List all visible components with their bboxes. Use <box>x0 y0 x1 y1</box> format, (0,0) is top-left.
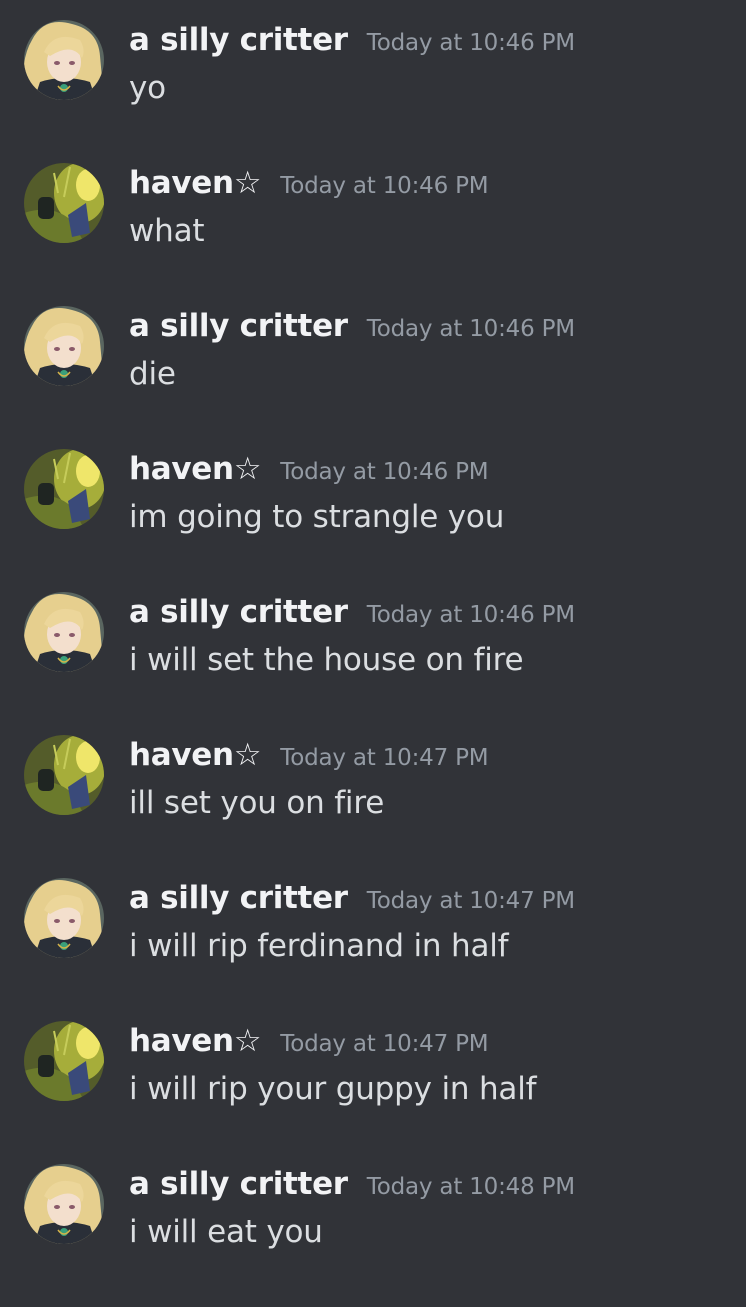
message-header: a silly critter Today at 10:46 PM <box>129 594 575 634</box>
message: haven☆ Today at 10:46 PM what <box>0 163 746 306</box>
message: haven☆ Today at 10:47 PM i will rip your… <box>0 1021 746 1164</box>
critter-avatar-icon[interactable] <box>24 20 104 100</box>
message: a silly critter Today at 10:46 PM i will… <box>0 592 746 735</box>
critter-avatar-icon[interactable] <box>24 878 104 958</box>
critter-avatar-icon[interactable] <box>24 1164 104 1244</box>
username[interactable]: a silly critter <box>129 22 348 58</box>
message-header: a silly critter Today at 10:46 PM <box>129 22 575 62</box>
timestamp[interactable]: Today at 10:46 PM <box>367 30 575 56</box>
timestamp[interactable]: Today at 10:47 PM <box>280 745 488 771</box>
message-content: i will rip ferdinand in half <box>129 928 509 964</box>
username[interactable]: a silly critter <box>129 594 348 630</box>
message: a silly critter Today at 10:46 PM yo <box>0 20 746 163</box>
timestamp[interactable]: Today at 10:46 PM <box>280 459 488 485</box>
haven-avatar-icon[interactable] <box>24 163 104 243</box>
username[interactable]: a silly critter <box>129 1166 348 1202</box>
haven-avatar-icon[interactable] <box>24 1021 104 1101</box>
timestamp[interactable]: Today at 10:46 PM <box>367 316 575 342</box>
username[interactable]: haven☆ <box>129 451 262 487</box>
message-header: a silly critter Today at 10:46 PM <box>129 308 575 348</box>
haven-avatar-icon[interactable] <box>24 735 104 815</box>
timestamp[interactable]: Today at 10:46 PM <box>280 173 488 199</box>
message-header: a silly critter Today at 10:47 PM <box>129 880 575 920</box>
message-header: haven☆ Today at 10:46 PM <box>129 165 489 205</box>
timestamp[interactable]: Today at 10:47 PM <box>367 888 575 914</box>
timestamp[interactable]: Today at 10:47 PM <box>280 1031 488 1057</box>
message-content: yo <box>129 70 166 106</box>
username[interactable]: haven☆ <box>129 165 262 201</box>
timestamp[interactable]: Today at 10:48 PM <box>367 1174 575 1200</box>
message-content: ill set you on fire <box>129 785 385 821</box>
message-list: a silly critter Today at 10:46 PM yo hav… <box>0 0 746 1303</box>
username[interactable]: haven☆ <box>129 737 262 773</box>
message-header: a silly critter Today at 10:48 PM <box>129 1166 575 1206</box>
message-header: haven☆ Today at 10:46 PM <box>129 451 489 491</box>
message-content: what <box>129 213 205 249</box>
message: a silly critter Today at 10:47 PM i will… <box>0 878 746 1021</box>
message: a silly critter Today at 10:46 PM die <box>0 306 746 449</box>
haven-avatar-icon[interactable] <box>24 449 104 529</box>
message-header: haven☆ Today at 10:47 PM <box>129 1023 489 1063</box>
message-content: i will rip your guppy in half <box>129 1071 537 1107</box>
message: haven☆ Today at 10:46 PM im going to str… <box>0 449 746 592</box>
username[interactable]: a silly critter <box>129 880 348 916</box>
message-content: im going to strangle you <box>129 499 505 535</box>
message-content: i will eat you <box>129 1214 323 1250</box>
critter-avatar-icon[interactable] <box>24 306 104 386</box>
critter-avatar-icon[interactable] <box>24 592 104 672</box>
username[interactable]: a silly critter <box>129 308 348 344</box>
message: a silly critter Today at 10:48 PM i will… <box>0 1164 746 1307</box>
message-content: die <box>129 356 176 392</box>
message-header: haven☆ Today at 10:47 PM <box>129 737 489 777</box>
timestamp[interactable]: Today at 10:46 PM <box>367 602 575 628</box>
username[interactable]: haven☆ <box>129 1023 262 1059</box>
message-content: i will set the house on fire <box>129 642 524 678</box>
message: haven☆ Today at 10:47 PM ill set you on … <box>0 735 746 878</box>
